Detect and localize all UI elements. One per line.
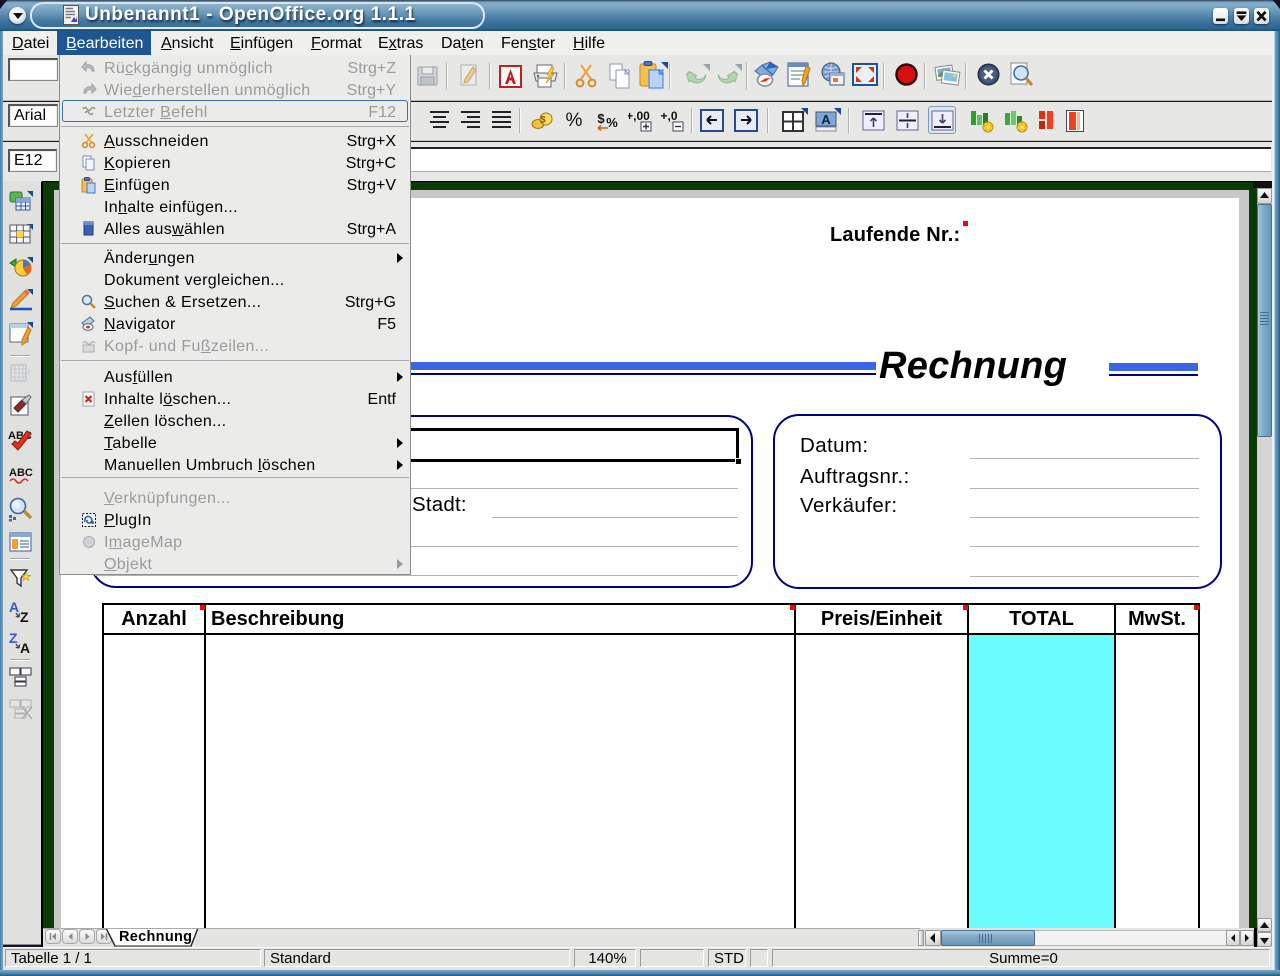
- svg-text:Z: Z: [20, 609, 29, 624]
- svg-text:$: $: [540, 115, 545, 125]
- svg-text:ABC: ABC: [9, 467, 33, 479]
- svg-text:Z: Z: [9, 631, 18, 646]
- svg-text:$: $: [597, 111, 605, 126]
- svg-text:%: %: [566, 110, 583, 131]
- svg-text:A: A: [9, 600, 19, 615]
- svg-text:%: %: [606, 115, 618, 130]
- svg-text:+,00: +,00: [628, 109, 650, 123]
- svg-text:+,0: +,0: [660, 109, 677, 123]
- svg-text:A: A: [20, 640, 30, 655]
- svg-text:A: A: [821, 112, 831, 127]
